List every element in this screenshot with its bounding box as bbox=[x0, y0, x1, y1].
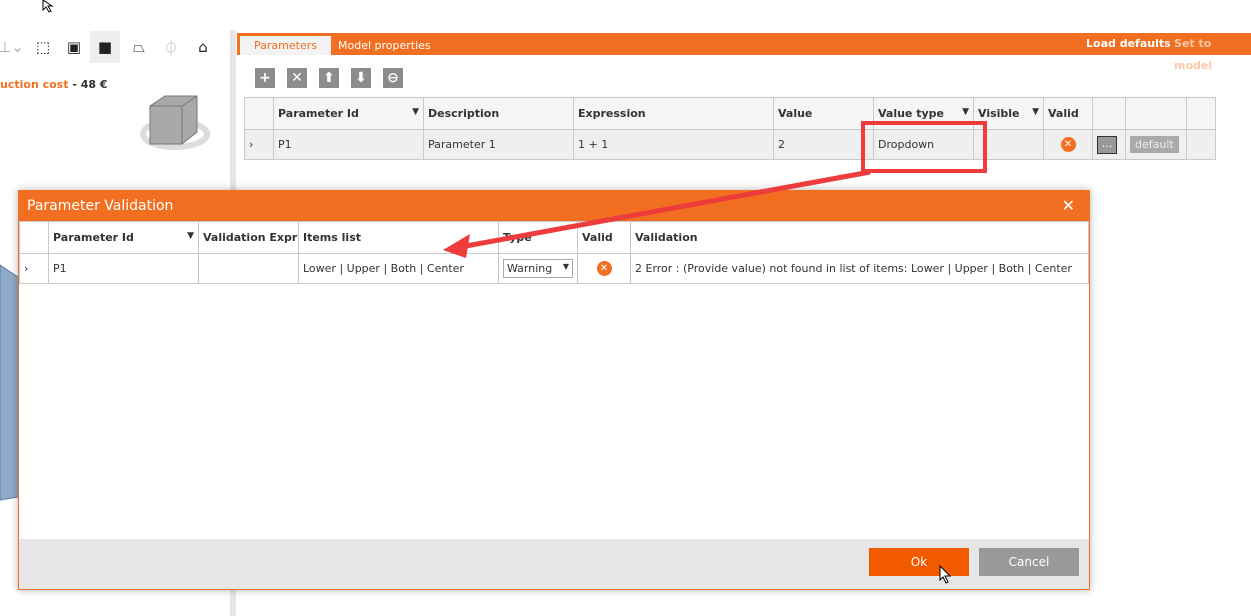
ellipsis-button[interactable]: ... bbox=[1097, 135, 1117, 154]
hidden-line-view-icon[interactable]: ▣ bbox=[63, 36, 85, 58]
tab-model-properties[interactable]: Model properties bbox=[324, 36, 445, 55]
move-down-icon[interactable]: ⬇ bbox=[351, 68, 371, 88]
view-cube-icon[interactable] bbox=[135, 92, 215, 162]
section-view-icon[interactable]: ⏢ bbox=[128, 36, 150, 58]
expand-row-icon[interactable]: › bbox=[244, 129, 274, 160]
production-cost: uction cost - 48 € bbox=[0, 78, 108, 91]
add-icon[interactable]: + bbox=[255, 68, 275, 88]
col-visible[interactable]: Visible ▼ bbox=[973, 97, 1044, 130]
default-button[interactable]: default bbox=[1130, 136, 1179, 153]
close-icon[interactable]: ✕ bbox=[1062, 191, 1075, 221]
col-validation-expression[interactable]: Validation Expre bbox=[198, 221, 299, 254]
mouse-cursor-icon bbox=[42, 0, 54, 13]
col-parameter-id[interactable]: Parameter Id ▼ bbox=[273, 97, 424, 130]
col-valid[interactable]: Valid bbox=[1043, 97, 1093, 130]
col-items-list[interactable]: Items list bbox=[298, 221, 499, 254]
move-up-icon[interactable]: ⬆ bbox=[319, 68, 339, 88]
col-type[interactable]: Type bbox=[498, 221, 578, 254]
wireframe-view-icon[interactable]: ⬚ bbox=[32, 36, 54, 58]
view-dropdown-icon[interactable]: ⊥⌄ bbox=[0, 36, 24, 58]
expand-row-icon[interactable]: › bbox=[19, 253, 49, 284]
parameter-validation-dialog: Parameter Validation ✕ Parameter Id ▼ Vali… bbox=[18, 190, 1090, 590]
tab-parameters[interactable]: Parameters bbox=[240, 36, 331, 55]
table-row[interactable]: › P1 Lower | Upper | Both | Center Warni… bbox=[19, 253, 1089, 284]
filter-icon[interactable]: ▼ bbox=[1032, 107, 1039, 117]
col-valid[interactable]: Valid bbox=[577, 221, 631, 254]
col-value[interactable]: Value bbox=[773, 97, 874, 130]
tab-bar: Parameters Model properties Load default… bbox=[237, 33, 1251, 72]
load-defaults-link[interactable]: Load defaults bbox=[1086, 33, 1171, 55]
dialog-footer: Ok Cancel bbox=[19, 539, 1089, 589]
cancel-button[interactable]: Cancel bbox=[979, 548, 1079, 576]
table-row[interactable]: › P1 Parameter 1 1 + 1 2 Dropdown ✕ ... … bbox=[244, 129, 1216, 160]
dialog-title: Parameter Validation bbox=[27, 198, 174, 214]
mirror-icon[interactable]: ⏀ bbox=[160, 36, 182, 58]
filter-icon[interactable]: ▼ bbox=[187, 231, 194, 241]
error-icon: ✕ bbox=[596, 261, 612, 276]
delete-icon[interactable]: ✕ bbox=[287, 68, 307, 88]
col-parameter-id[interactable]: Parameter Id ▼ bbox=[48, 221, 199, 254]
col-value-type[interactable]: Value type ▼ bbox=[873, 97, 974, 130]
col-description[interactable]: Description bbox=[423, 97, 574, 130]
parameters-table: Parameter Id ▼ Description Expression Val… bbox=[244, 97, 1216, 160]
set-to-model-link[interactable]: Set to model bbox=[1174, 33, 1251, 77]
dialog-title-bar: Parameter Validation ✕ bbox=[19, 191, 1089, 221]
col-expression[interactable]: Expression bbox=[573, 97, 774, 130]
col-validation[interactable]: Validation bbox=[630, 221, 1089, 254]
home-icon[interactable]: ⌂ bbox=[192, 36, 214, 58]
visible-checkbox[interactable] bbox=[973, 129, 1044, 160]
value-type-cell[interactable]: Dropdown bbox=[873, 129, 974, 160]
validation-table: Parameter Id ▼ Validation Expre Items lis… bbox=[19, 221, 1089, 284]
filter-icon[interactable]: ▼ bbox=[412, 107, 419, 117]
ok-button[interactable]: Ok bbox=[869, 548, 969, 576]
type-select[interactable]: Warning ▼ bbox=[503, 259, 573, 278]
solid-view-icon[interactable]: ■ bbox=[90, 31, 120, 63]
chevron-down-icon: ▼ bbox=[562, 262, 569, 271]
link-icon[interactable]: ⊖ bbox=[383, 68, 403, 88]
error-icon: ✕ bbox=[1060, 137, 1076, 152]
filter-icon[interactable]: ▼ bbox=[962, 107, 969, 117]
